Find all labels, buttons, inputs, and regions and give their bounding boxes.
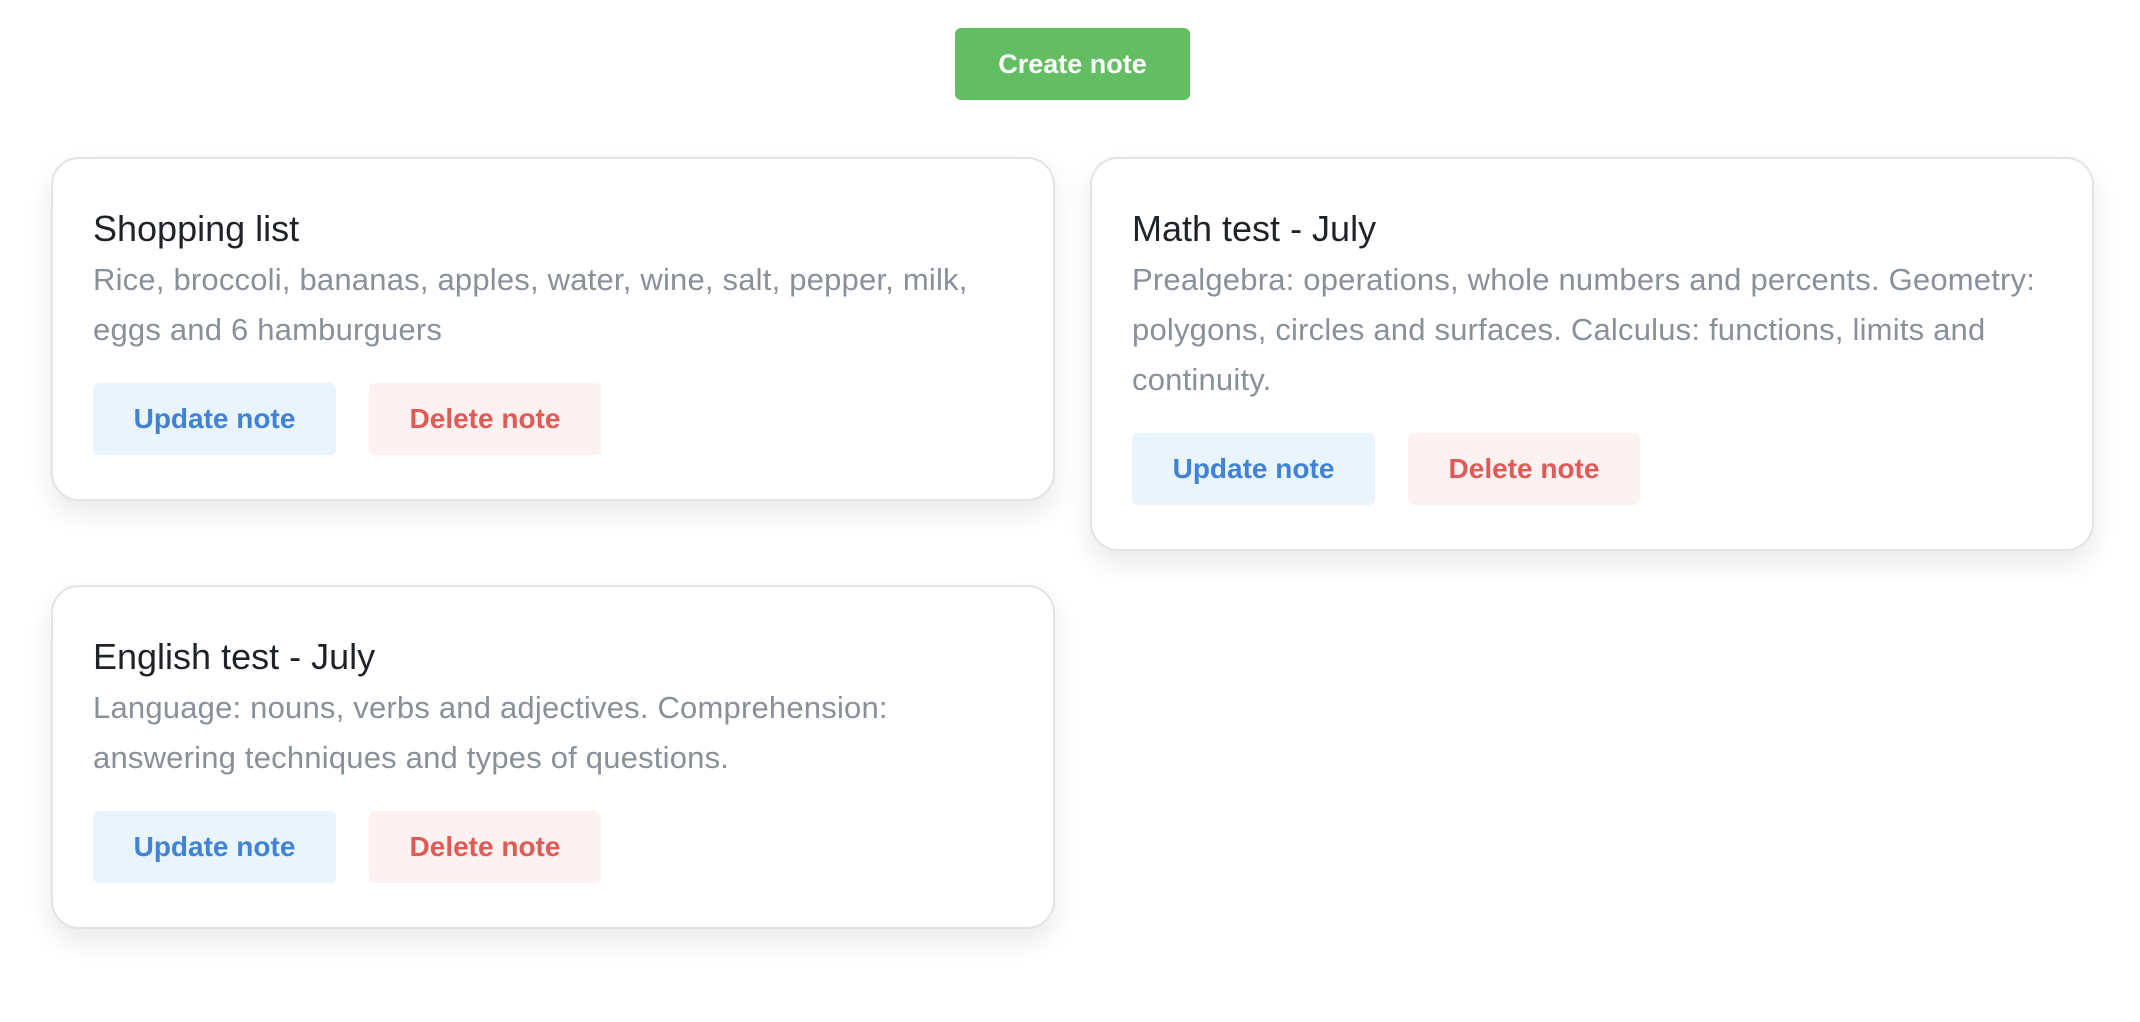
note-actions: Update note Delete note [1132,433,2052,505]
delete-note-button[interactable]: Delete note [369,811,601,883]
note-title: English test - July [93,636,376,677]
create-note-button[interactable]: Create note [955,28,1190,100]
note-card-shopping-list: Shopping list Rice, broccoli, bananas, a… [51,157,1055,501]
delete-note-button[interactable]: Delete note [369,383,601,455]
delete-note-button[interactable]: Delete note [1408,433,1640,505]
note-actions: Update note Delete note [93,811,1013,883]
note-actions: Update note Delete note [93,383,1013,455]
update-note-button[interactable]: Update note [93,383,336,455]
notes-page: Create note Shopping list Rice, broccoli… [0,0,2140,1022]
note-body: Language: nouns, verbs and adjectives. C… [93,690,888,775]
note-body: Rice, broccoli, bananas, apples, water, … [93,262,968,347]
update-note-button[interactable]: Update note [93,811,336,883]
update-note-button[interactable]: Update note [1132,433,1375,505]
note-body: Prealgebra: operations, whole numbers an… [1132,262,2036,397]
note-title: Math test - July [1132,208,1377,249]
note-card-math-test: Math test - July Prealgebra: operations,… [1090,157,2094,551]
note-card-english-test: English test - July Language: nouns, ver… [51,585,1055,929]
note-title: Shopping list [93,208,300,249]
